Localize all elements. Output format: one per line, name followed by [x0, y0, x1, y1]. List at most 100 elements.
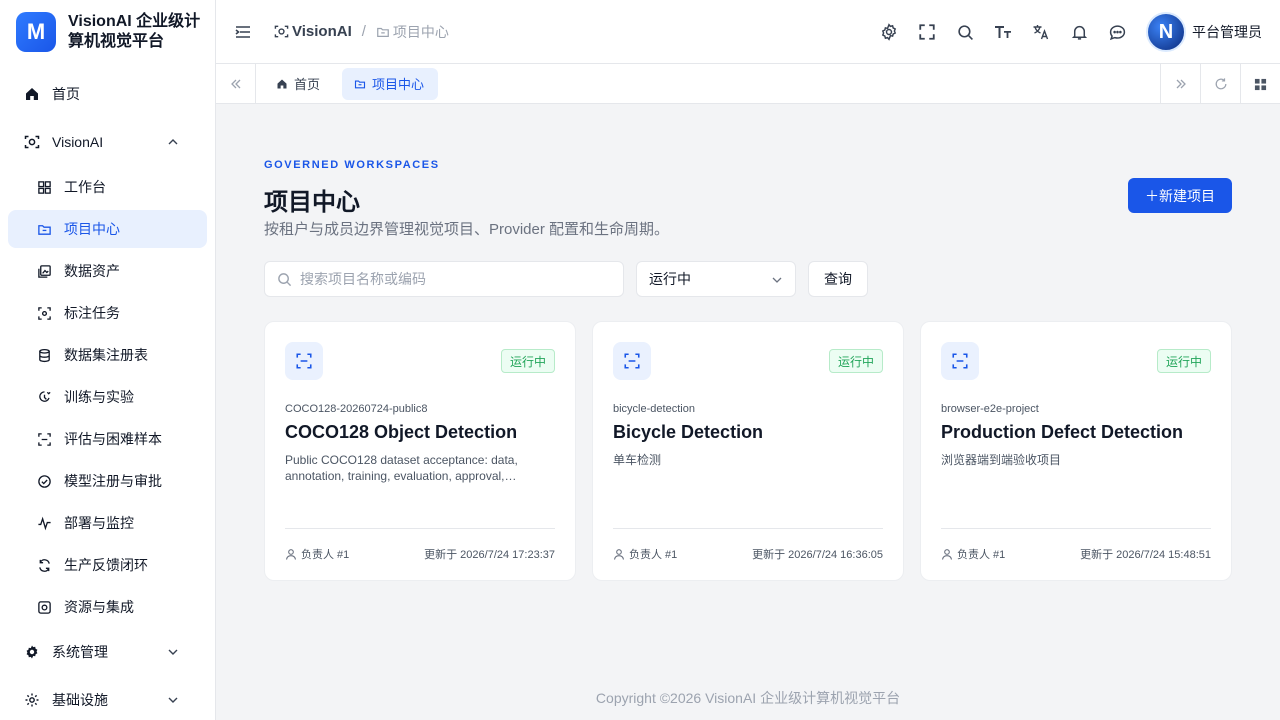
- project-description: 单车检测: [613, 453, 662, 467]
- project-name[interactable]: Production Defect Detection: [941, 422, 1216, 443]
- folder-icon: [36, 221, 52, 237]
- vision-icon: [274, 25, 289, 38]
- breadcrumb-root[interactable]: VisionAI: [274, 23, 352, 40]
- sidebar-item-label: 首页: [52, 86, 80, 102]
- card-divider: [613, 528, 883, 529]
- page-subtitle: 按租户与成员边界管理视觉项目、Provider 配置和生命周期。: [264, 221, 670, 238]
- user-icon: [285, 548, 297, 560]
- fullscreen-button[interactable]: [908, 13, 946, 51]
- search-icon: [278, 272, 292, 286]
- avatar[interactable]: N: [1146, 12, 1186, 52]
- sidebar-item-annotation[interactable]: 标注任务: [8, 294, 207, 332]
- sidebar-item-label: 训练与实验: [64, 389, 134, 405]
- tabs-refresh-button[interactable]: [1200, 64, 1240, 104]
- notifications-button[interactable]: [1060, 13, 1098, 51]
- message-icon: [1109, 24, 1125, 40]
- breadcrumb-root-label: VisionAI: [292, 23, 352, 40]
- project-card[interactable]: 运行中 bicycle-detection Bicycle Detection …: [592, 321, 904, 581]
- sidebar-item-feedback[interactable]: 生产反馈闭环: [8, 546, 207, 584]
- sidebar-item-dataset-registry[interactable]: 数据集注册表: [8, 336, 207, 374]
- status-badge: 运行中: [1156, 349, 1211, 373]
- translate-icon: [1033, 25, 1049, 40]
- project-name[interactable]: Bicycle Detection: [613, 422, 888, 443]
- fullscreen-icon: [919, 24, 935, 40]
- scan-frame-icon: [613, 342, 651, 380]
- tab-projects[interactable]: 项目中心: [342, 67, 439, 100]
- translate-button[interactable]: [1022, 13, 1060, 51]
- sidebar-item-training[interactable]: 训练与实验: [8, 378, 207, 416]
- search-button[interactable]: [946, 13, 984, 51]
- sidebar-item-label: 部署与监控: [64, 515, 134, 531]
- tabs-actions: [1160, 64, 1280, 104]
- status-select[interactable]: 运行中: [636, 261, 796, 297]
- sidebar: M VisionAI 企业级计算机视觉平台 首页 VisionAI 工作台 项目…: [0, 0, 216, 720]
- vision-icon: [24, 134, 40, 150]
- sidebar-item-model-registry[interactable]: 模型注册与审批: [8, 462, 207, 500]
- page-title: 项目中心: [264, 189, 360, 216]
- status-badge: 运行中: [828, 349, 883, 373]
- folder-icon: [377, 27, 389, 37]
- header-toolbar: N 平台管理员: [870, 0, 1262, 64]
- brand[interactable]: M VisionAI 企业级计算机视觉平台: [0, 0, 215, 64]
- user-name[interactable]: 平台管理员: [1192, 22, 1262, 42]
- top-header: VisionAI / 项目中心 N 平台管理员: [216, 0, 1280, 64]
- footer-copyright: Copyright ©2026 VisionAI 企业级计算机视觉平台: [595, 690, 901, 706]
- sidebar-item-projects[interactable]: 项目中心: [8, 210, 207, 248]
- card-divider: [941, 528, 1211, 529]
- query-button[interactable]: 查询: [808, 261, 868, 297]
- sidebar-item-deployment[interactable]: 部署与监控: [8, 504, 207, 542]
- settings-icon: [24, 692, 40, 708]
- scan-frame-icon: [285, 342, 323, 380]
- project-card[interactable]: 运行中 COCO128-20260724-public8 COCO128 Obj…: [264, 321, 576, 581]
- project-code: browser-e2e-project: [941, 403, 1039, 415]
- home-icon: [24, 86, 40, 102]
- tabs-grid-button[interactable]: [1240, 64, 1280, 104]
- menu-toggle-icon[interactable]: [234, 23, 252, 41]
- status-badge: 运行中: [500, 349, 555, 373]
- brand-name: VisionAI 企业级计算机视觉平台: [68, 13, 201, 50]
- sidebar-item-label: 项目中心: [64, 221, 120, 237]
- sidebar-item-evaluation[interactable]: 评估与困难样本: [8, 420, 207, 458]
- project-code: bicycle-detection: [613, 403, 695, 415]
- search-box[interactable]: [264, 261, 624, 297]
- sidebar-item-infrastructure[interactable]: 基础设施: [8, 678, 207, 720]
- new-project-button[interactable]: ＋新建项目: [1128, 178, 1232, 213]
- activity-icon: [36, 515, 52, 531]
- sidebar-item-data-assets[interactable]: 数据资产: [8, 252, 207, 290]
- breadcrumb-separator: /: [361, 23, 366, 40]
- sidebar-item-system[interactable]: 系统管理: [8, 630, 207, 674]
- sidebar-nav: 首页 VisionAI 工作台 项目中心 数据资产 标注任务 数据集注册表 训练…: [0, 64, 215, 720]
- font-size-icon: [995, 26, 1011, 38]
- project-owner-label: 负责人 #1: [957, 549, 1006, 561]
- double-chevron-left-icon: [230, 79, 240, 88]
- sidebar-item-label: 数据资产: [64, 263, 120, 279]
- settings-button[interactable]: [870, 13, 908, 51]
- font-size-button[interactable]: [984, 13, 1022, 51]
- sidebar-item-label: VisionAI: [52, 134, 104, 150]
- double-chevron-right-icon: [1176, 79, 1186, 89]
- messages-button[interactable]: [1098, 13, 1136, 51]
- sidebar-item-workbench[interactable]: 工作台: [8, 168, 207, 206]
- refresh-icon: [36, 557, 52, 573]
- project-card[interactable]: 运行中 browser-e2e-project Production Defec…: [920, 321, 1232, 581]
- tabs-scroll-left-button[interactable]: [216, 63, 256, 104]
- main-content: GOVERNED WORKSPACES 项目中心 按租户与成员边界管理视觉项目、…: [216, 104, 1280, 720]
- sidebar-item-resources[interactable]: 资源与集成: [8, 588, 207, 626]
- bell-icon: [1071, 25, 1087, 40]
- search-input[interactable]: [300, 271, 600, 287]
- card-divider: [285, 528, 555, 529]
- sidebar-item-label: 工作台: [64, 179, 106, 195]
- refresh-icon: [1215, 78, 1226, 90]
- scan-frame-icon: [941, 342, 979, 380]
- tabs-scroll-right-button[interactable]: [1160, 64, 1200, 104]
- sidebar-item-visionai[interactable]: VisionAI: [8, 120, 207, 164]
- sidebar-item-home[interactable]: 首页: [8, 72, 207, 116]
- project-description: 浏览器端到端验收项目: [941, 453, 1062, 467]
- project-owner: 负责人 #1: [613, 546, 677, 562]
- sidebar-item-label: 评估与困难样本: [64, 431, 162, 447]
- tab-home[interactable]: 首页: [264, 68, 334, 100]
- breadcrumb-current-label: 项目中心: [392, 23, 449, 40]
- project-owner-label: 负责人 #1: [301, 549, 350, 561]
- tab-label: 首页: [294, 77, 321, 92]
- project-name[interactable]: COCO128 Object Detection: [285, 422, 560, 443]
